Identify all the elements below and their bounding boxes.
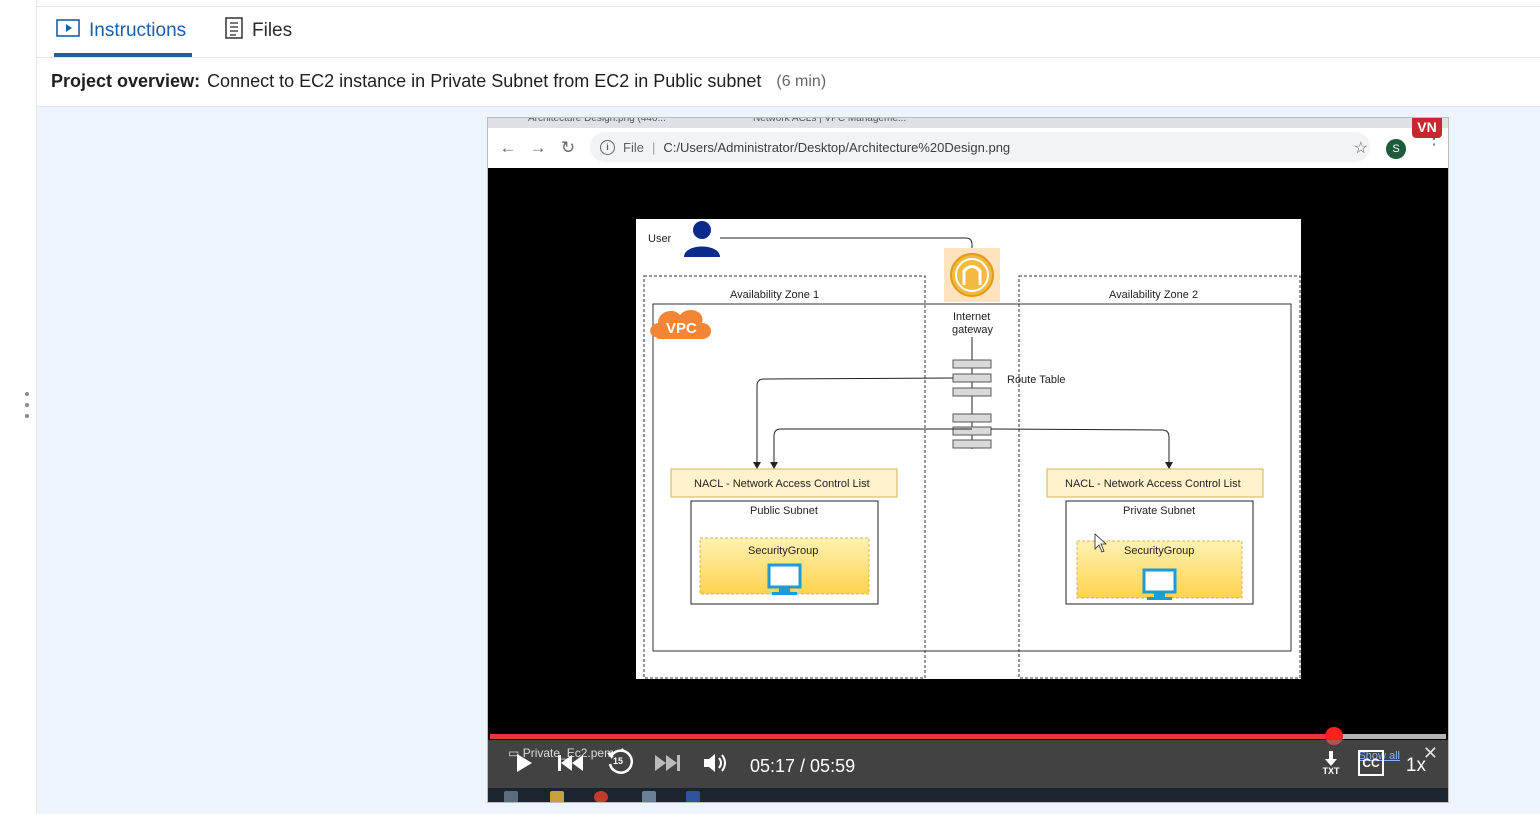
az2-label: Availability Zone 2 — [1109, 289, 1198, 301]
address-bar[interactable]: i File | C:/Users/Administrator/Desktop/… — [590, 132, 1370, 162]
progress-fill — [490, 734, 1335, 739]
browser-tab[interactable]: Network ACLs | VPC Manageme... — [753, 118, 906, 126]
playback-speed-button[interactable]: 1x — [1406, 755, 1426, 777]
browser-tab-strip: Architecture Design.png (440... Network … — [488, 118, 1448, 126]
architecture-diagram: Availability Zone 1 Availability Zone 2 … — [636, 219, 1301, 679]
igw-label-line2: gateway — [952, 324, 993, 336]
transcript-download-button[interactable]: TXT — [1318, 746, 1344, 780]
forward-arrow-icon[interactable]: → — [528, 138, 548, 158]
arrowheads — [753, 462, 1173, 469]
document-icon — [225, 17, 243, 45]
sg-private-label: SecurityGroup — [1124, 545, 1194, 557]
previous-button[interactable] — [556, 746, 584, 780]
back-arrow-icon[interactable]: ← — [498, 138, 518, 158]
overview-label: Project overview: — [51, 71, 201, 91]
volume-icon — [704, 754, 726, 772]
app-icon[interactable] — [686, 791, 700, 802]
overview-title: Connect to EC2 instance in Private Subne… — [207, 71, 762, 91]
windows-start-icon[interactable] — [504, 791, 518, 802]
internet-gateway-icon — [944, 248, 1000, 302]
vpc-label: VPC — [666, 320, 697, 337]
app-icon[interactable] — [642, 791, 656, 802]
rewind-15-button[interactable]: 15 — [604, 746, 636, 780]
divider: | — [651, 139, 656, 155]
route-table-label: Route Table — [1007, 374, 1066, 386]
url-text: C:/Users/Administrator/Desktop/Architect… — [663, 139, 1011, 155]
play-video-icon — [56, 19, 80, 43]
tab-bar: Instructions Files — [37, 6, 1540, 58]
reload-icon[interactable]: ↻ — [558, 138, 578, 158]
folder-icon[interactable] — [550, 791, 564, 802]
play-icon — [517, 754, 532, 772]
scheme-label: File — [623, 139, 644, 155]
next-button[interactable] — [654, 746, 682, 780]
browser-tab[interactable]: Architecture Design.png (440... — [528, 118, 666, 126]
az1-label: Availability Zone 1 — [730, 289, 819, 301]
address-row: ← → ↻ i File | C:/Users/Administrator/De… — [488, 128, 1448, 168]
panel-resize-handle[interactable] — [22, 392, 32, 428]
vpc-icon: VPC — [650, 309, 711, 339]
tab-label: Instructions — [89, 20, 187, 41]
captions-button[interactable]: CC — [1358, 750, 1384, 776]
bookmark-star-icon[interactable]: ☆ — [1354, 138, 1368, 158]
skip-back-icon — [558, 755, 583, 771]
info-icon[interactable]: i — [600, 139, 615, 155]
tab-instructions[interactable]: Instructions — [53, 7, 193, 57]
volume-button[interactable] — [702, 746, 730, 780]
brand-logo: VN — [1412, 118, 1442, 138]
overview-duration: (6 min) — [776, 72, 827, 90]
user-icon — [684, 221, 720, 257]
tab-files[interactable]: Files — [225, 7, 292, 55]
skip-forward-icon — [655, 755, 680, 771]
time-display: 05:17 / 05:59 — [750, 756, 856, 776]
project-overview-bar: Project overview: Connect to EC2 instanc… — [37, 57, 1540, 107]
video-player[interactable]: Architecture Design.png (440... Network … — [487, 117, 1449, 803]
browser-chrome: Architecture Design.png (440... Network … — [488, 118, 1448, 168]
captions-label: CC — [1362, 756, 1380, 770]
tab-label: Files — [252, 20, 293, 41]
rewind-seconds: 15 — [613, 756, 624, 766]
igw-label-line1: Internet — [953, 311, 990, 323]
user-to-igw-line — [720, 237, 973, 259]
chrome-icon[interactable] — [594, 791, 608, 802]
sg-public-label: SecurityGroup — [748, 545, 818, 557]
private-subnet-label: Private Subnet — [1123, 505, 1195, 517]
play-button[interactable] — [514, 746, 534, 780]
user-label: User — [648, 233, 672, 245]
profile-avatar[interactable]: S — [1386, 139, 1406, 159]
nacl-private-label: NACL - Network Access Control List — [1065, 478, 1241, 490]
public-subnet-label: Public Subnet — [750, 505, 818, 517]
left-panel-gutter — [0, 0, 37, 814]
video-progress-bar[interactable] — [490, 727, 1446, 745]
transcript-label: TXT — [1322, 766, 1340, 776]
os-taskbar — [488, 788, 1448, 802]
player-controls: ▭ Private_Ec2.pem ⌃ Show all ✕ 15 05:17 … — [488, 740, 1448, 788]
nacl-public-label: NACL - Network Access Control List — [694, 478, 870, 490]
